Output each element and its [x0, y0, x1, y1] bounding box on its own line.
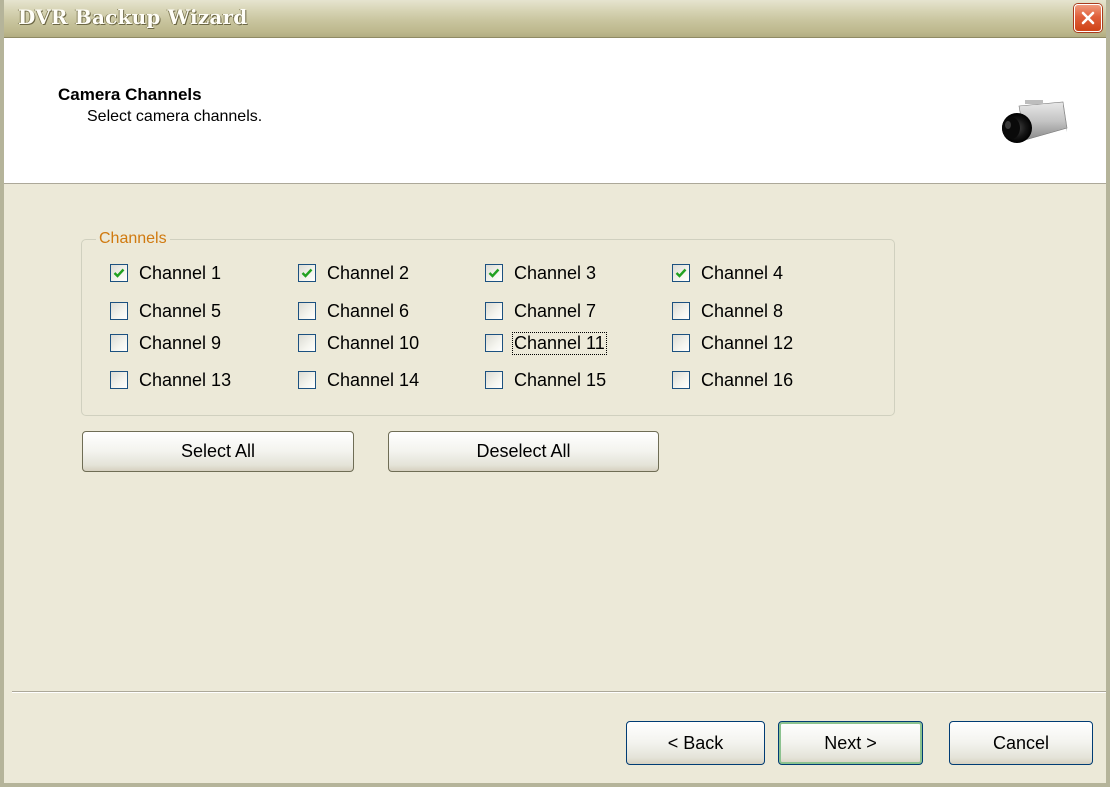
checkbox-unchecked-icon[interactable] — [110, 302, 128, 320]
channel-checkbox[interactable]: Channel 10 — [298, 331, 420, 355]
next-button[interactable]: Next > — [778, 721, 923, 765]
channel-label: Channel 3 — [514, 262, 597, 283]
checkbox-unchecked-icon[interactable] — [110, 371, 128, 389]
check-icon — [488, 268, 500, 278]
checkbox-unchecked-icon[interactable] — [298, 302, 316, 320]
channel-label: Channel 15 — [514, 369, 607, 390]
checkbox-unchecked-icon[interactable] — [672, 302, 690, 320]
cancel-button[interactable]: Cancel — [949, 721, 1093, 765]
channel-label: Channel 4 — [701, 262, 784, 283]
checkbox-checked-icon[interactable] — [110, 264, 128, 282]
checkbox-unchecked-icon[interactable] — [485, 334, 503, 352]
checkbox-unchecked-icon[interactable] — [298, 334, 316, 352]
channel-checkbox[interactable]: Channel 3 — [485, 261, 597, 285]
camera-icon — [1002, 100, 1068, 143]
channel-checkbox[interactable]: Channel 7 — [485, 299, 597, 323]
wizard-header: Camera Channels Select camera channels. — [4, 38, 1106, 184]
channel-checkbox[interactable]: Channel 16 — [672, 368, 794, 392]
channel-checkbox[interactable]: Channel 2 — [298, 261, 410, 285]
channel-label: Channel 2 — [327, 262, 410, 283]
footer-divider — [12, 691, 1106, 693]
channel-checkbox[interactable]: Channel 6 — [298, 299, 410, 323]
wizard-window: DVR Backup Wizard Camera Channels Select… — [0, 0, 1110, 787]
cancel-button-label: Cancel — [992, 732, 1050, 753]
channel-label: Channel 5 — [139, 300, 222, 321]
channel-label: Channel 9 — [139, 332, 222, 353]
channel-label: Channel 14 — [327, 369, 420, 390]
checkbox-unchecked-icon[interactable] — [672, 334, 690, 352]
checkbox-unchecked-icon[interactable] — [485, 302, 503, 320]
checkbox-unchecked-icon[interactable] — [485, 371, 503, 389]
checkbox-checked-icon[interactable] — [672, 264, 690, 282]
checkbox-unchecked-icon[interactable] — [298, 371, 316, 389]
next-button-label: Next > — [824, 732, 877, 753]
channel-checkbox[interactable]: Channel 11 — [485, 331, 607, 355]
check-icon — [301, 268, 313, 278]
back-button-label: < Back — [667, 732, 724, 753]
page-title: Camera Channels — [58, 85, 202, 104]
channel-checkbox[interactable]: Channel 5 — [110, 299, 222, 323]
channel-checkbox[interactable]: Channel 15 — [485, 368, 607, 392]
channel-label: Channel 1 — [139, 262, 222, 283]
channel-checkbox[interactable]: Channel 4 — [672, 261, 784, 285]
channel-checkbox[interactable]: Channel 8 — [672, 299, 784, 323]
channel-label: Channel 6 — [327, 300, 410, 321]
channel-label: Channel 7 — [514, 300, 597, 321]
channels-group-label: Channels — [96, 230, 170, 248]
channel-checkbox[interactable]: Channel 12 — [672, 331, 794, 355]
checkbox-unchecked-icon[interactable] — [672, 371, 690, 389]
checkbox-checked-icon[interactable] — [298, 264, 316, 282]
check-icon — [675, 268, 687, 278]
channel-checkbox[interactable]: Channel 9 — [110, 331, 222, 355]
channel-label: Channel 8 — [701, 300, 784, 321]
channel-label: Channel 10 — [327, 332, 420, 353]
channel-label: Channel 16 — [701, 369, 794, 390]
channel-checkbox[interactable]: Channel 13 — [110, 368, 232, 392]
close-icon — [1081, 11, 1095, 25]
channel-checkbox[interactable]: Channel 14 — [298, 368, 420, 392]
channel-label: Channel 11 — [512, 331, 607, 355]
channel-label: Channel 13 — [139, 369, 232, 390]
channel-label: Channel 12 — [701, 332, 794, 353]
page-subtitle: Select camera channels. — [87, 108, 263, 125]
checkbox-unchecked-icon[interactable] — [110, 334, 128, 352]
select-all-button[interactable]: Select All — [82, 431, 354, 472]
check-icon — [113, 268, 125, 278]
channel-checkbox[interactable]: Channel 1 — [110, 261, 222, 285]
close-button[interactable] — [1074, 4, 1102, 32]
checkbox-checked-icon[interactable] — [485, 264, 503, 282]
back-button[interactable]: < Back — [626, 721, 765, 765]
title-bar[interactable]: DVR Backup Wizard — [4, 0, 1106, 38]
deselect-all-button[interactable]: Deselect All — [388, 431, 659, 472]
window-title: DVR Backup Wizard — [18, 5, 248, 29]
